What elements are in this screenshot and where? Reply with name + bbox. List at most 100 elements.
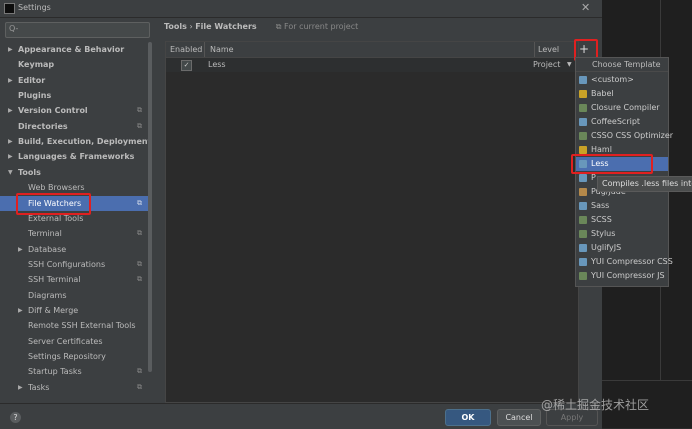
- haml-icon: [579, 146, 587, 154]
- column-enabled[interactable]: Enabled: [170, 45, 202, 54]
- column-name[interactable]: Name: [210, 45, 234, 54]
- template-menu-item[interactable]: YUI Compressor CSS: [576, 255, 673, 269]
- sidebar-item-directories[interactable]: Directories ⧉: [0, 119, 152, 134]
- divider: [602, 380, 692, 381]
- highlight-file-watchers: [16, 193, 91, 215]
- sidebar-scrollbar[interactable]: [148, 42, 152, 372]
- yui-css-icon: [579, 258, 587, 266]
- closure-icon: [579, 104, 587, 112]
- template-menu-item[interactable]: <custom>: [576, 73, 668, 87]
- stylus-icon: [579, 230, 587, 238]
- search-input[interactable]: Q-: [5, 22, 150, 38]
- table-header: Enabled Name Level: [166, 42, 578, 58]
- pug-icon: [579, 188, 587, 196]
- column-level[interactable]: Level: [538, 45, 559, 54]
- sidebar-item-build[interactable]: ▶ Build, Execution, Deployment: [0, 134, 152, 149]
- chevron-right-icon: ▶: [8, 77, 13, 84]
- window-title: Settings: [18, 3, 51, 12]
- sidebar-item-tasks[interactable]: ▶ Tasks ⧉: [0, 380, 152, 395]
- project-scope-icon: ⧉: [137, 229, 142, 237]
- watermark: @稀土掘金技术社区: [541, 398, 650, 412]
- sidebar-item-tools[interactable]: ▼ Tools: [0, 165, 152, 180]
- project-scope-icon: ⧉: [137, 122, 142, 130]
- ok-button[interactable]: OK: [445, 409, 491, 426]
- enabled-checkbox[interactable]: ✓: [181, 60, 192, 71]
- uglifyjs-icon: [579, 244, 587, 252]
- template-menu-header: Choose Template: [576, 58, 668, 72]
- project-scope-icon: ⧉: [137, 275, 142, 283]
- table-row[interactable]: ✓ Less Project ▼: [166, 58, 578, 72]
- project-scope-icon: ⧉: [137, 199, 142, 207]
- template-menu-item-label: Haml: [591, 145, 612, 154]
- sidebar-item-plugins[interactable]: Plugins: [0, 88, 152, 103]
- template-menu-item[interactable]: SCSS: [576, 213, 668, 227]
- sidebar-item-appearance[interactable]: ▶ Appearance & Behavior: [0, 42, 152, 57]
- template-menu-item[interactable]: Closure Compiler: [576, 101, 668, 115]
- watchers-table: Enabled Name Level ✓ Less Project ▼: [165, 41, 579, 403]
- search-placeholder: Q-: [9, 24, 19, 33]
- chevron-right-icon: ▶: [18, 384, 23, 391]
- watcher-level[interactable]: Project: [533, 60, 560, 69]
- template-menu-item[interactable]: UglifyJS: [576, 241, 668, 255]
- breadcrumb-parent[interactable]: Tools: [164, 22, 187, 31]
- cancel-button[interactable]: Cancel: [497, 409, 541, 426]
- sidebar-item-ssh-terminal[interactable]: SSH Terminal ⧉: [0, 272, 152, 287]
- template-menu-item-label: CoffeeScript: [591, 117, 641, 126]
- sidebar-item-startup-tasks[interactable]: Startup Tasks ⧉: [0, 364, 152, 379]
- sidebar-item-diagrams[interactable]: Diagrams: [0, 288, 152, 303]
- title-bar: Settings ✕: [0, 0, 602, 18]
- sidebar-item-remote-ssh-tools[interactable]: Remote SSH External Tools: [0, 318, 152, 333]
- coffeescript-icon: [579, 118, 587, 126]
- sidebar-item-ssh-configurations[interactable]: SSH Configurations ⧉: [0, 257, 152, 272]
- template-menu-item-label: Closure Compiler: [591, 103, 660, 112]
- sidebar-item-terminal[interactable]: Terminal ⧉: [0, 226, 152, 241]
- template-menu-item-label: UglifyJS: [591, 243, 622, 252]
- custom-icon: [579, 76, 587, 84]
- template-menu-item-label: Sass: [591, 201, 610, 210]
- column-divider: [204, 42, 205, 57]
- chevron-down-icon[interactable]: ▼: [567, 61, 572, 68]
- chevron-right-icon: ▶: [8, 46, 13, 53]
- project-scope-icon: ⧉: [137, 260, 142, 268]
- sidebar-item-server-certificates[interactable]: Server Certificates: [0, 334, 152, 349]
- chevron-right-icon: ▶: [18, 307, 23, 314]
- sidebar-item-editor[interactable]: ▶ Editor: [0, 73, 152, 88]
- settings-window: Settings ✕ Q- ▶ Appearance & Behavior Key…: [0, 0, 603, 429]
- breadcrumb-scope: For current project: [284, 22, 359, 31]
- template-menu-title: Choose Template: [592, 60, 661, 69]
- sidebar-item-settings-repository[interactable]: Settings Repository: [0, 349, 152, 364]
- yui-js-icon: [579, 272, 587, 280]
- project-scope-icon: ⧉: [137, 106, 142, 114]
- sidebar-item-keymap[interactable]: Keymap: [0, 57, 152, 72]
- dialog-footer: ? OK Cancel Apply: [0, 403, 602, 429]
- sidebar-item-diff-merge[interactable]: ▶ Diff & Merge: [0, 303, 152, 318]
- babel-icon: [579, 90, 587, 98]
- template-menu-item[interactable]: YUI Compressor JS: [576, 269, 668, 283]
- template-menu-item[interactable]: CoffeeScript: [576, 115, 668, 129]
- close-icon[interactable]: ✕: [581, 1, 590, 14]
- chevron-right-icon: ▶: [8, 138, 13, 145]
- sidebar-item-database[interactable]: ▶ Database: [0, 242, 152, 257]
- template-menu-item-label: P: [591, 173, 596, 182]
- sidebar-item-version-control[interactable]: ▶ Version Control ⧉: [0, 103, 152, 118]
- sidebar-item-languages[interactable]: ▶ Languages & Frameworks: [0, 149, 152, 164]
- template-menu-item[interactable]: Stylus: [576, 227, 668, 241]
- help-button[interactable]: ?: [10, 412, 21, 423]
- template-menu-item[interactable]: CSSO CSS Optimizer: [576, 129, 673, 143]
- template-tooltip: Compiles .less files into .c: [597, 176, 692, 192]
- tooltip-text: Compiles .less files into .c: [602, 179, 692, 188]
- chevron-right-icon: ▶: [8, 153, 13, 160]
- template-menu-item-label: Stylus: [591, 229, 616, 238]
- chevron-down-icon: ▼: [8, 169, 13, 176]
- template-menu-item[interactable]: Sass: [576, 199, 668, 213]
- settings-sidebar: ▶ Appearance & Behavior Keymap ▶ Editor Pl…: [0, 40, 152, 402]
- column-divider: [534, 42, 535, 57]
- template-menu-item-label: Babel: [591, 89, 614, 98]
- template-menu-item-label: <custom>: [591, 75, 634, 84]
- template-menu-item[interactable]: Babel: [576, 87, 668, 101]
- p-icon: [579, 174, 587, 182]
- template-menu-item-label: YUI Compressor CSS: [591, 257, 673, 266]
- csso-icon: [579, 132, 587, 140]
- project-scope-icon: ⧉: [137, 383, 142, 391]
- project-scope-icon: ⧉: [137, 367, 142, 375]
